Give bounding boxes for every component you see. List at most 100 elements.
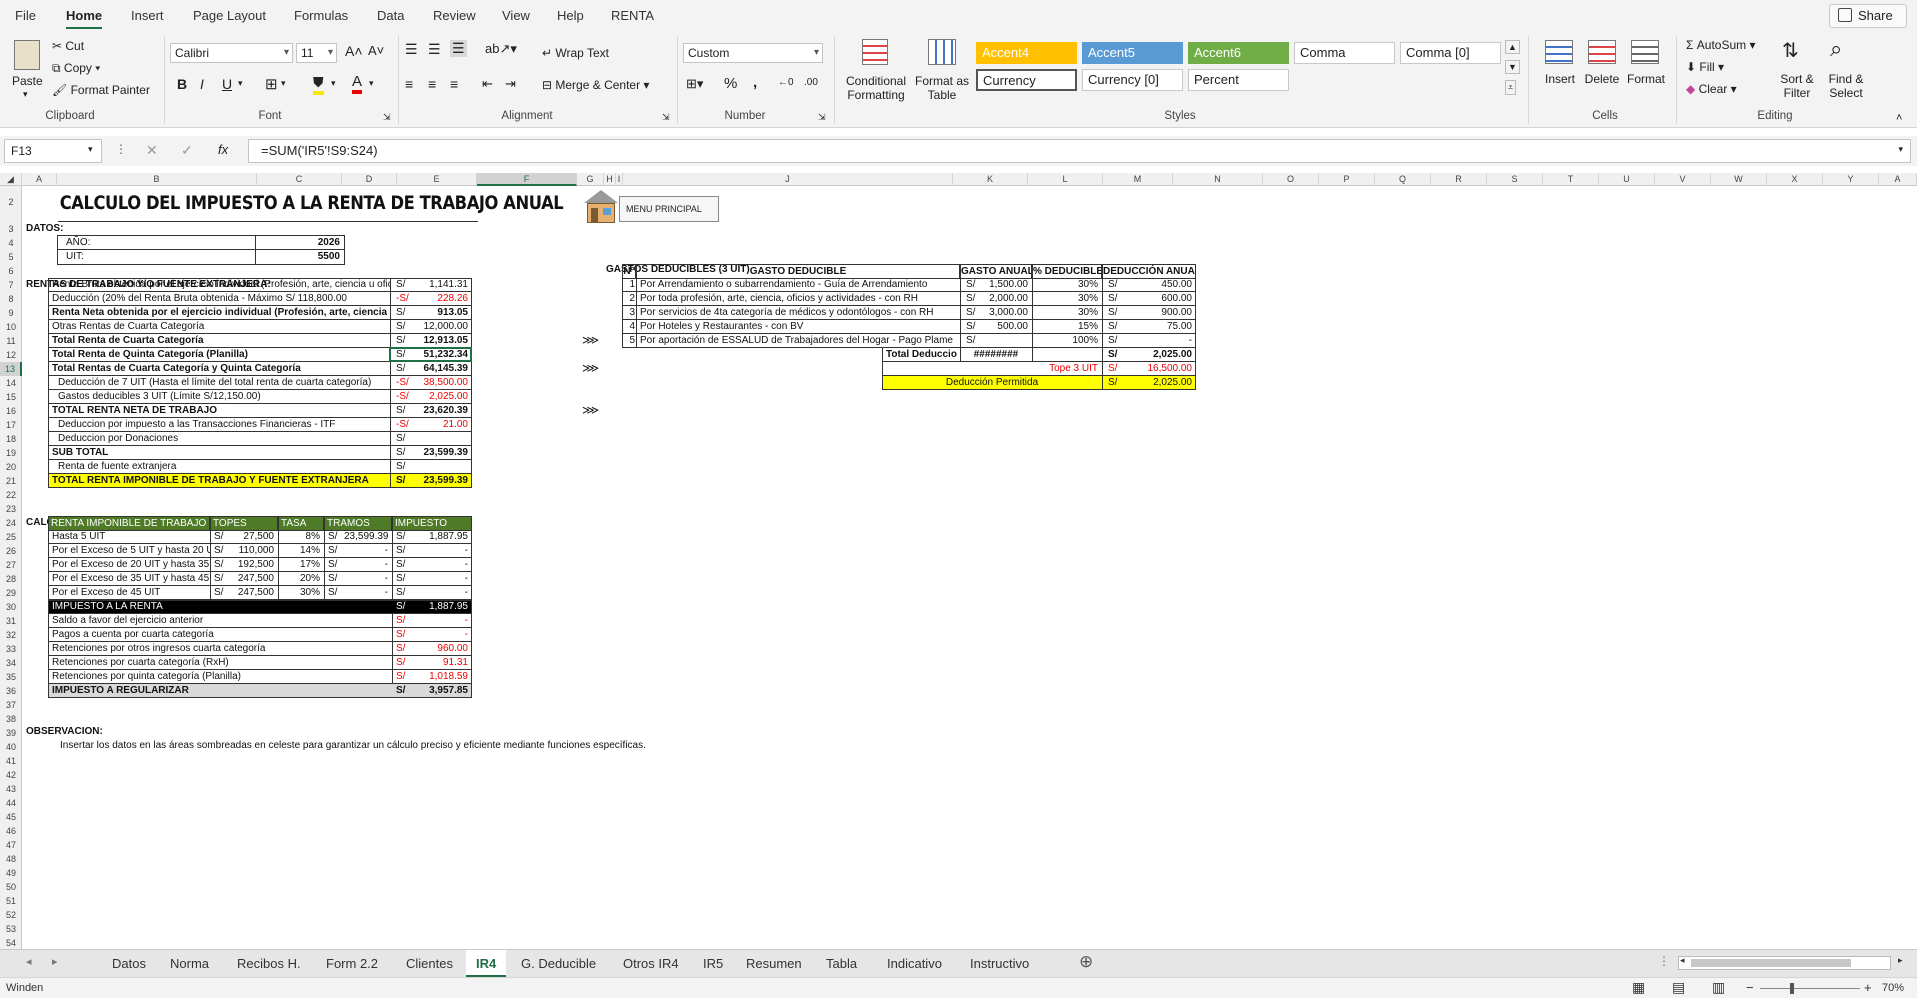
increase-indent-icon[interactable]: ⇥	[505, 76, 516, 92]
font-launcher-icon[interactable]: ⇲	[383, 112, 391, 123]
tab-ir4[interactable]: IR4	[466, 950, 507, 977]
tab-recibos-h-[interactable]: Recibos H.	[237, 956, 301, 971]
row-header[interactable]: 16	[0, 404, 22, 418]
page-break-view-icon[interactable]: ▥	[1712, 979, 1725, 996]
zoom-slider-thumb[interactable]	[1790, 983, 1794, 994]
row-header[interactable]: 40	[0, 740, 22, 754]
borders-icon[interactable]: ⊞	[265, 75, 278, 93]
zoom-slider[interactable]	[1760, 988, 1860, 989]
row-header[interactable]: 54	[0, 936, 22, 950]
row-header[interactable]: 29	[0, 586, 22, 600]
font-size-dropdown[interactable]: 11	[296, 43, 337, 63]
row-header[interactable]: 44	[0, 796, 22, 810]
row-header[interactable]: 18	[0, 432, 22, 446]
scrollbar-thumb[interactable]	[1691, 959, 1851, 967]
scroll-left-icon[interactable]: ◂	[1680, 955, 1685, 966]
gastos-anual[interactable]: 3,000.00	[980, 306, 1030, 319]
rentas-value[interactable]: 21.00	[418, 418, 470, 431]
sort-filter-button[interactable]: Sort & Filter	[1774, 72, 1820, 100]
grow-font-icon[interactable]: A˄	[345, 43, 363, 59]
copy-button[interactable]: ⧉ Copy ▾	[52, 61, 100, 76]
align-bottom-icon[interactable]: ☰	[450, 40, 467, 57]
row-header[interactable]: 20	[0, 460, 22, 474]
row-header[interactable]: 22	[0, 488, 22, 502]
style-accent5[interactable]: Accent5	[1082, 42, 1183, 64]
wrap-text-button[interactable]: ↵ Wrap Text	[542, 46, 609, 60]
zoom-in-icon[interactable]: +	[1864, 980, 1872, 995]
row-header[interactable]: 27	[0, 558, 22, 572]
paste-dropdown-icon[interactable]: ▾	[23, 89, 28, 100]
uit-value[interactable]: 5500	[262, 250, 342, 263]
row-header[interactable]: 15	[0, 390, 22, 404]
row-header[interactable]: 34	[0, 656, 22, 670]
menu-home[interactable]: Home	[66, 8, 103, 29]
align-middle-icon[interactable]: ☰	[428, 41, 441, 58]
delete-cells-button[interactable]: Delete	[1584, 72, 1620, 86]
rentas-value[interactable]: 913.05	[418, 306, 470, 319]
menu-renta[interactable]: RENTA	[611, 8, 654, 23]
styles-scroll-up-icon[interactable]: ▲	[1505, 40, 1520, 54]
styles-more-icon[interactable]: ⩡	[1505, 80, 1517, 95]
underline-icon[interactable]: U	[222, 76, 232, 92]
col-header[interactable]: X	[1767, 173, 1823, 186]
style-accent4[interactable]: Accent4	[976, 42, 1077, 64]
rentas-value[interactable]: 64,145.39	[418, 362, 470, 375]
col-header[interactable]: Y	[1823, 173, 1879, 186]
cancel-icon[interactable]: ✕	[146, 142, 158, 159]
row-header[interactable]: 11	[0, 334, 22, 348]
rentas-value[interactable]: 1,141.31	[418, 278, 470, 291]
row-header[interactable]: 2	[0, 186, 22, 208]
col-header[interactable]: B	[57, 173, 257, 186]
share-button[interactable]: Share	[1829, 4, 1907, 28]
rentas-value[interactable]: 38,500.00	[418, 376, 470, 389]
scroll-right-icon[interactable]: ▸	[1898, 955, 1903, 966]
menu-formulas[interactable]: Formulas	[294, 8, 348, 23]
row-header[interactable]: 12	[0, 348, 22, 362]
house-icon[interactable]	[582, 190, 618, 224]
formula-input[interactable]: =SUM('IR5'!S9:S24)	[248, 139, 1911, 163]
row-header[interactable]: 28	[0, 572, 22, 586]
page-layout-view-icon[interactable]: ▤	[1672, 979, 1685, 996]
col-header[interactable]: U	[1599, 173, 1655, 186]
align-right-icon[interactable]: ≡	[450, 76, 458, 92]
retencion-value[interactable]: 1,018.59	[414, 670, 470, 683]
gastos-anual[interactable]: 2,000.00	[980, 292, 1030, 305]
col-header[interactable]: O	[1263, 173, 1319, 186]
row-header[interactable]: 8	[0, 292, 22, 306]
tab-instructivo[interactable]: Instructivo	[970, 956, 1029, 971]
tab-scroll-left-icon[interactable]: ◂	[26, 955, 32, 968]
enter-icon[interactable]: ✓	[181, 142, 193, 159]
number-format-dropdown[interactable]: Custom	[683, 43, 823, 63]
rentas-value[interactable]: 12,000.00	[418, 320, 470, 333]
style-accent6[interactable]: Accent6	[1188, 42, 1289, 64]
row-header[interactable]: 3	[0, 222, 22, 236]
orientation-icon[interactable]: ab↗▾	[485, 41, 517, 57]
col-header[interactable]: C	[257, 173, 342, 186]
row-header[interactable]: 36	[0, 684, 22, 698]
col-header[interactable]: T	[1543, 173, 1599, 186]
rentas-value[interactable]: 228.26	[418, 292, 470, 305]
insert-function-icon[interactable]: fx	[218, 142, 228, 157]
tab-ir5[interactable]: IR5	[703, 956, 723, 971]
align-left-icon[interactable]: ≡	[405, 76, 413, 92]
row-header[interactable]: 45	[0, 810, 22, 824]
menu-page-layout[interactable]: Page Layout	[193, 8, 266, 23]
more-options-icon[interactable]: ⋮	[115, 142, 127, 156]
gastos-anual[interactable]: 1,500.00	[980, 278, 1030, 291]
row-header[interactable]: 5	[0, 250, 22, 264]
col-header[interactable]: R	[1431, 173, 1487, 186]
menu-review[interactable]: Review	[433, 8, 476, 23]
styles-scroll-down-icon[interactable]: ▼	[1505, 60, 1520, 74]
row-header[interactable]: 39	[0, 726, 22, 740]
row-header[interactable]: 52	[0, 908, 22, 922]
row-header[interactable]: 37	[0, 698, 22, 712]
autosum-button[interactable]: Σ AutoSum ▾	[1686, 38, 1755, 52]
row-header[interactable]: 33	[0, 642, 22, 656]
percent-icon[interactable]: %	[724, 75, 737, 92]
select-all-corner[interactable]: ◢	[0, 173, 22, 186]
increase-decimal-icon[interactable]: ←0	[778, 77, 794, 88]
col-header[interactable]: A	[1879, 173, 1917, 186]
comma-style-icon[interactable]: ,	[753, 74, 757, 91]
insert-cells-button[interactable]: Insert	[1543, 72, 1577, 86]
col-header[interactable]: K	[953, 173, 1028, 186]
